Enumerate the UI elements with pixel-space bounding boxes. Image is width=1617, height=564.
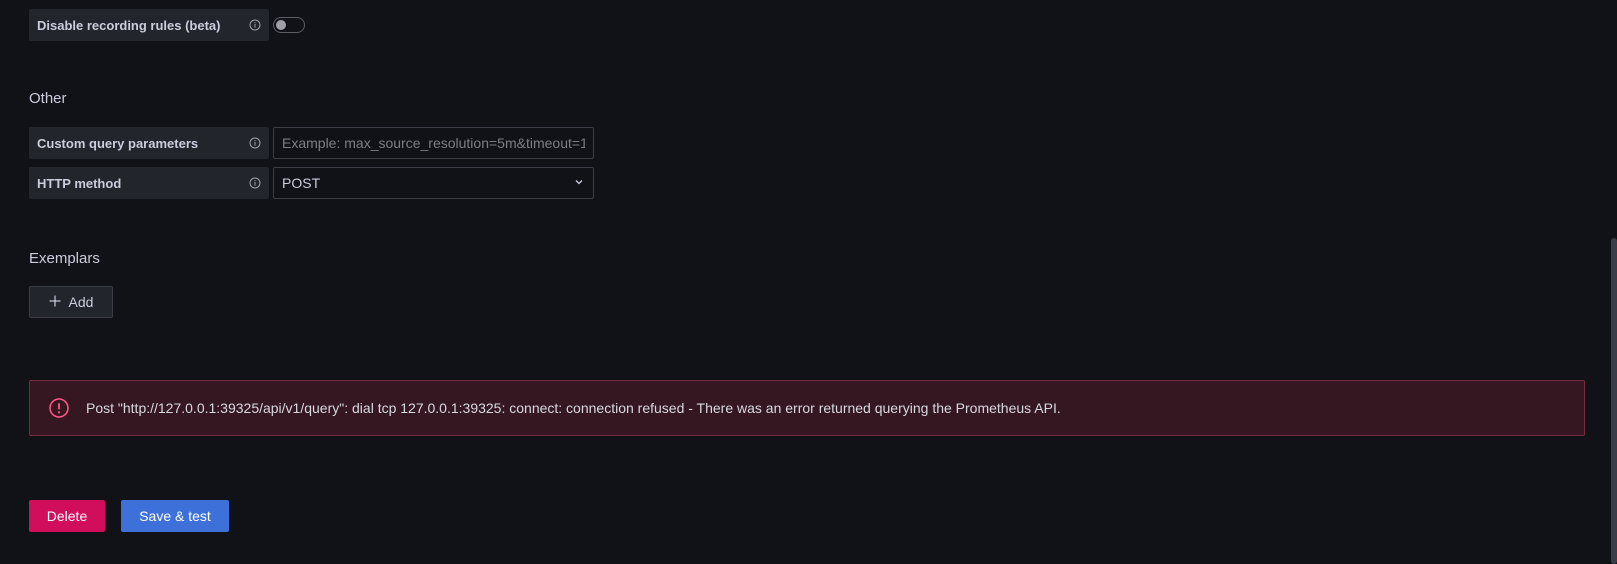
save-and-test-button[interactable]: Save & test [121, 500, 229, 532]
section-title-other: Other [29, 90, 67, 107]
custom-query-label: Custom query parameters [29, 127, 269, 159]
custom-query-row: Custom query parameters [29, 127, 594, 159]
info-icon[interactable] [249, 137, 261, 149]
http-method-row: HTTP method POST [29, 167, 594, 199]
info-icon[interactable] [249, 177, 261, 189]
recording-rules-label-text: Disable recording rules (beta) [37, 17, 221, 33]
section-title-exemplars: Exemplars [29, 250, 100, 267]
http-method-value: POST [282, 175, 321, 191]
http-method-label: HTTP method [29, 167, 269, 199]
error-alert-message: Post "http://127.0.0.1:39325/api/v1/quer… [86, 400, 1061, 416]
datasource-settings-page: Disable recording rules (beta) Other Cus… [0, 0, 1617, 564]
page-scrollbar[interactable] [1611, 238, 1617, 564]
custom-query-input[interactable] [273, 127, 594, 159]
add-exemplar-label: Add [68, 294, 94, 310]
http-method-select[interactable]: POST [273, 167, 594, 199]
plus-icon [49, 294, 61, 310]
info-icon[interactable] [249, 19, 261, 31]
chevron-down-icon [573, 175, 585, 191]
recording-rules-label: Disable recording rules (beta) [29, 9, 269, 41]
delete-button[interactable]: Delete [29, 500, 105, 532]
recording-rules-toggle[interactable] [273, 17, 305, 33]
toggle-knob [276, 20, 286, 30]
add-exemplar-button[interactable]: Add [29, 286, 113, 318]
custom-query-label-text: Custom query parameters [37, 135, 199, 151]
http-method-label-text: HTTP method [37, 175, 122, 191]
error-alert: Post "http://127.0.0.1:39325/api/v1/quer… [29, 380, 1585, 436]
exclamation-circle-icon [48, 397, 70, 419]
recording-rules-row: Disable recording rules (beta) [29, 9, 305, 41]
